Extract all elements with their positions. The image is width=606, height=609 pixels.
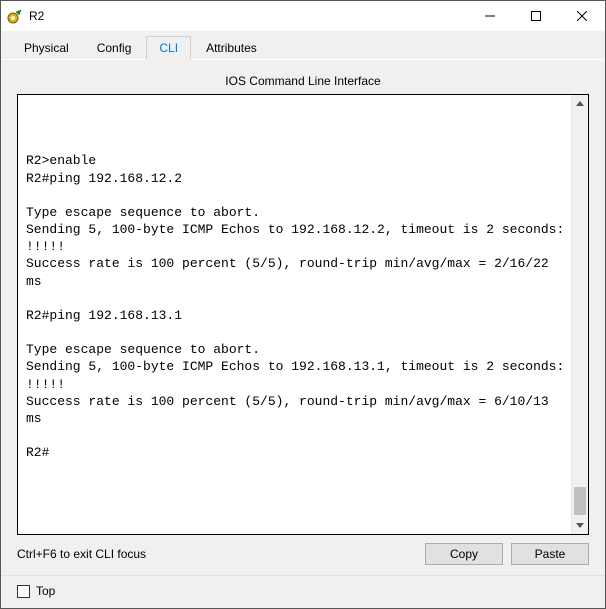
terminal-container: R2>enable R2#ping 192.168.12.2 Type esca… <box>17 94 589 535</box>
tab-cli[interactable]: CLI <box>146 36 191 60</box>
scrollbar[interactable] <box>571 95 588 534</box>
app-icon <box>7 8 23 24</box>
scrollbar-track[interactable] <box>572 112 588 517</box>
window-title: R2 <box>29 9 44 23</box>
top-checkbox[interactable] <box>17 585 30 598</box>
scrollbar-thumb[interactable] <box>574 487 586 515</box>
cli-hint: Ctrl+F6 to exit CLI focus <box>17 547 417 561</box>
paste-button[interactable]: Paste <box>511 543 589 565</box>
close-button[interactable] <box>559 1 605 31</box>
footer: Top <box>1 575 605 608</box>
titlebar: R2 <box>1 1 605 31</box>
maximize-button[interactable] <box>513 1 559 31</box>
copy-button[interactable]: Copy <box>425 543 503 565</box>
cli-panel: IOS Command Line Interface R2>enable R2#… <box>1 60 605 575</box>
tab-bar: Physical Config CLI Attributes <box>1 31 605 60</box>
tab-physical[interactable]: Physical <box>11 36 82 60</box>
window-controls <box>467 1 605 31</box>
tab-attributes[interactable]: Attributes <box>193 36 270 60</box>
scroll-down-arrow-icon[interactable] <box>572 517 589 534</box>
minimize-button[interactable] <box>467 1 513 31</box>
tab-config[interactable]: Config <box>84 36 145 60</box>
panel-title: IOS Command Line Interface <box>17 68 589 94</box>
top-label: Top <box>36 584 55 598</box>
window-root: R2 Physical Config CLI Attributes IOS Co… <box>0 0 606 609</box>
bottom-row: Ctrl+F6 to exit CLI focus Copy Paste <box>17 535 589 565</box>
terminal-output[interactable]: R2>enable R2#ping 192.168.12.2 Type esca… <box>18 95 571 534</box>
scroll-up-arrow-icon[interactable] <box>572 95 589 112</box>
